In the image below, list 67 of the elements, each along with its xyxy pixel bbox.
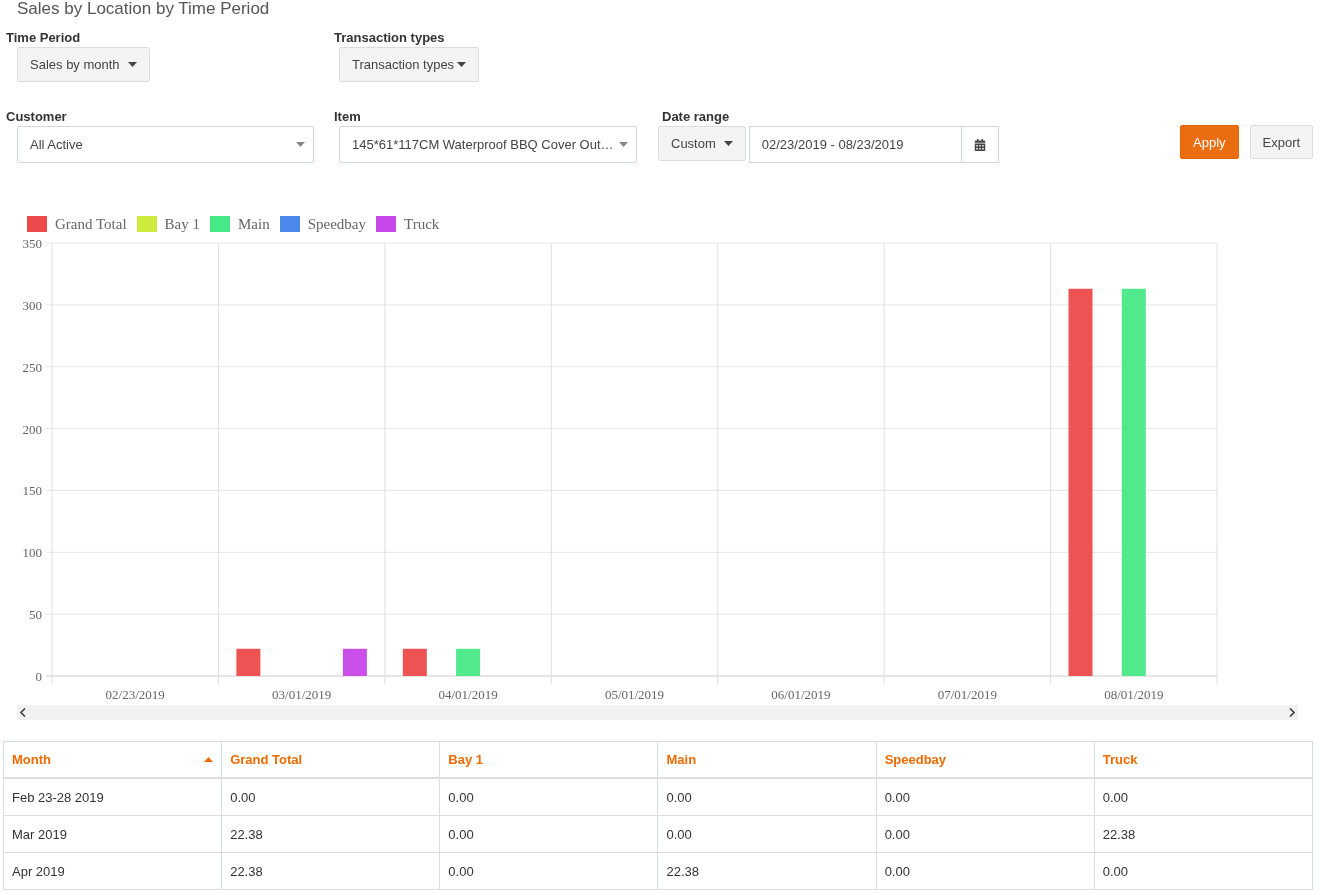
- transaction-types-dropdown[interactable]: Transaction types: [339, 47, 480, 82]
- legend-label: Main: [238, 215, 270, 233]
- legend-label: Speedbay: [307, 215, 366, 233]
- y-tick-label: 50: [29, 607, 42, 623]
- table-cell: 0.00: [876, 778, 1095, 816]
- table-cell: 0.00: [439, 852, 658, 890]
- caret-icon: [127, 62, 137, 67]
- date-range-field[interactable]: 02/23/2019 - 08/23/2019: [748, 126, 961, 163]
- table-cell: 0.00: [876, 815, 1095, 853]
- caret-icon: [296, 142, 305, 147]
- table-cell: 0.00: [439, 815, 658, 853]
- column-header-label: Bay 1: [448, 752, 483, 767]
- y-tick-label: 300: [22, 297, 42, 313]
- field-label: Time Period: [5, 29, 81, 47]
- date-preset-dropdown[interactable]: Custom: [658, 126, 746, 161]
- table-cell: 22.38: [657, 852, 877, 890]
- field-label: Transaction types: [333, 29, 445, 47]
- caret-icon: [723, 141, 733, 146]
- horizontal-scrollbar[interactable]: [17, 705, 1298, 720]
- caret-icon: [457, 62, 467, 67]
- legend-label: Grand Total: [55, 215, 127, 233]
- legend-label: Bay 1: [164, 215, 200, 233]
- field-label: Item: [333, 108, 361, 126]
- field-label: Date range: [661, 108, 730, 126]
- y-tick-label: 350: [22, 236, 42, 251]
- table-cell: Apr 2019: [3, 852, 222, 890]
- field-label: Customer: [5, 108, 67, 126]
- table-cell: 0.00: [657, 778, 877, 816]
- y-tick-label: 0: [35, 669, 42, 684]
- table-cell: 0.00: [439, 778, 658, 816]
- x-tick-label: 03/01/2019: [272, 687, 332, 702]
- y-tick-label: 250: [22, 359, 42, 375]
- column-header-label: Truck: [1102, 752, 1138, 767]
- legend-label: Truck: [404, 215, 440, 233]
- x-tick-label: 02/23/2019: [105, 687, 165, 702]
- export-button[interactable]: Export: [1249, 125, 1314, 159]
- table-cell: 0.00: [1094, 778, 1313, 816]
- column-header-label: Main: [666, 752, 697, 767]
- table-cell: 22.38: [1094, 815, 1313, 853]
- y-tick-label: 100: [22, 545, 42, 561]
- calendar-icon: [973, 138, 986, 151]
- table-cell: 0.00: [876, 852, 1095, 890]
- x-tick-label: 08/01/2019: [1104, 687, 1164, 702]
- customer-select[interactable]: All Active: [17, 126, 314, 163]
- x-tick-label: 05/01/2019: [604, 687, 665, 702]
- page-title: Sales by Location by Time Period: [16, 0, 271, 20]
- y-tick-label: 150: [22, 483, 42, 499]
- caret-icon: [619, 142, 628, 147]
- x-tick-label: 04/01/2019: [438, 687, 498, 702]
- item-select[interactable]: 145*61*117CM Waterproof BBQ Cover Out…: [339, 126, 637, 163]
- time-period-dropdown[interactable]: Sales by month: [17, 47, 150, 82]
- calendar-button[interactable]: [960, 126, 999, 163]
- table-cell: 22.38: [221, 852, 440, 890]
- x-tick-label: 07/01/2019: [937, 687, 997, 702]
- column-header-label: Grand Total: [230, 752, 303, 767]
- y-tick-label: 200: [22, 421, 42, 437]
- x-tick-label: 06/01/2019: [771, 687, 831, 702]
- chevron-left-icon[interactable]: [20, 708, 26, 717]
- chevron-right-icon[interactable]: [1289, 708, 1295, 717]
- column-header-label: Month: [12, 752, 51, 767]
- column-header-label: Speedbay: [884, 752, 947, 767]
- table-cell: 22.38: [221, 815, 440, 853]
- table-cell: 0.00: [221, 778, 440, 816]
- table-cell: Feb 23-28 2019: [3, 778, 222, 816]
- table-cell: 0.00: [1094, 852, 1313, 890]
- table-cell: 0.00: [657, 815, 877, 853]
- table-cell: Mar 2019: [3, 815, 222, 853]
